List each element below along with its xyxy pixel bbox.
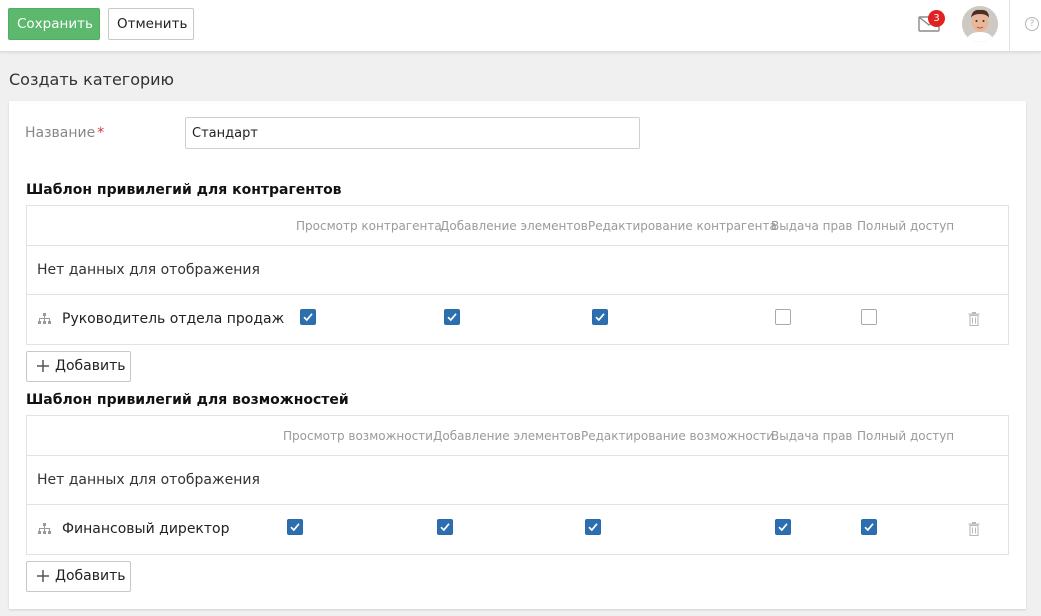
table-row: Финансовый директор <box>27 505 1008 554</box>
privilege-checkbox[interactable] <box>775 309 791 325</box>
opportunity-grid: Просмотр возможности Добавление элементо… <box>26 415 1009 555</box>
table-row: Руководитель отдела продаж <box>27 295 1008 344</box>
name-input[interactable] <box>185 117 640 149</box>
org-structure-icon <box>38 313 51 324</box>
help-icon[interactable]: ? <box>1025 17 1039 31</box>
grid-header-row: Просмотр возможности Добавление элементо… <box>27 416 1008 456</box>
role-name: Финансовый директор <box>62 521 230 537</box>
empty-text: Нет данных для отображения <box>37 262 260 278</box>
column-header: Добавление элементов <box>433 429 581 443</box>
column-header: Редактирование контрагента <box>588 219 777 233</box>
page-title: Создать категорию <box>9 70 175 89</box>
privilege-checkbox[interactable] <box>437 519 453 535</box>
privilege-checkbox[interactable] <box>444 309 460 325</box>
name-label-text: Название <box>25 125 96 141</box>
column-header: Просмотр контрагента <box>296 219 442 233</box>
privilege-checkbox[interactable] <box>592 309 608 325</box>
trash-icon[interactable] <box>968 522 980 536</box>
grid-header-row: Просмотр контрагента Добавление элементо… <box>27 206 1008 246</box>
counterparty-section-title: Шаблон привилегий для контрагентов <box>26 182 342 198</box>
name-label: Название * <box>25 125 104 141</box>
column-header: Добавление элементов <box>440 219 588 233</box>
privilege-checkbox[interactable] <box>861 519 877 535</box>
save-button[interactable]: Сохранить <box>8 8 100 40</box>
opportunity-section-title: Шаблон привилегий для возможностей <box>26 392 349 408</box>
column-header: Полный доступ <box>857 429 955 443</box>
notification-badge: 3 <box>928 10 945 27</box>
top-toolbar: Сохранить Отменить 3 ? <box>0 0 1041 52</box>
add-button-label: Добавить <box>55 568 126 584</box>
counterparty-grid: Просмотр контрагента Добавление элементо… <box>26 205 1009 345</box>
privilege-checkbox[interactable] <box>585 519 601 535</box>
column-header: Просмотр возможности <box>283 429 433 443</box>
user-avatar[interactable] <box>962 6 998 42</box>
privilege-checkbox[interactable] <box>300 309 316 325</box>
plus-icon <box>37 570 49 582</box>
empty-text: Нет данных для отображения <box>37 472 260 488</box>
add-button-label: Добавить <box>55 358 126 374</box>
privilege-checkbox[interactable] <box>287 519 303 535</box>
column-header: Выдача прав <box>771 219 853 233</box>
column-header: Полный доступ <box>857 219 955 233</box>
privilege-checkbox[interactable] <box>775 519 791 535</box>
column-header: Выдача прав <box>771 429 853 443</box>
empty-row: Нет данных для отображения <box>27 456 1008 505</box>
toolbar-divider <box>1009 0 1010 52</box>
empty-row: Нет данных для отображения <box>27 246 1008 295</box>
cancel-button[interactable]: Отменить <box>108 8 194 40</box>
form-card: Название* Шаблон привилегий для контраге… <box>9 101 1026 609</box>
role-name: Руководитель отдела продаж <box>62 311 285 327</box>
org-structure-icon <box>38 523 51 534</box>
privilege-checkbox[interactable] <box>861 309 877 325</box>
add-counterparty-privilege-button[interactable]: Добавить <box>26 351 131 382</box>
trash-icon[interactable] <box>968 312 980 326</box>
required-mark: * <box>97 125 105 141</box>
column-header: Редактирование возможности <box>581 429 775 443</box>
add-opportunity-privilege-button[interactable]: Добавить <box>26 561 131 592</box>
plus-icon <box>37 360 49 372</box>
